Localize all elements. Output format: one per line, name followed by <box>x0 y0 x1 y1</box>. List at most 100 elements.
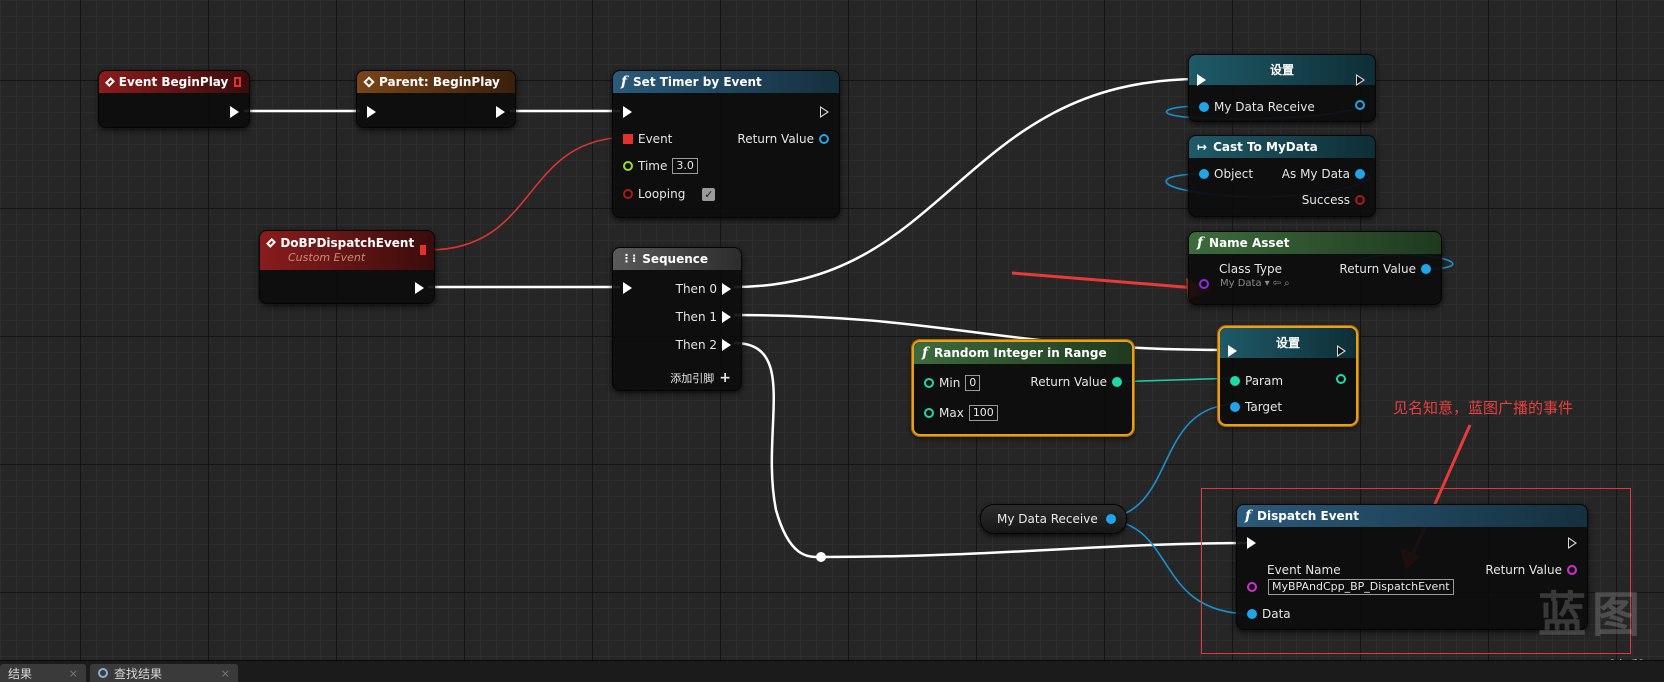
max-label: Max <box>939 406 964 420</box>
event-pin-label: Event <box>638 132 673 146</box>
sequence-node[interactable]: ⋮⁝ Sequence Then 0 Then 1 Then 2 添加引脚 + <box>612 247 742 391</box>
set-variable-header: 设置 <box>1189 55 1375 85</box>
custom-event-node[interactable]: DoBPDispatchEvent Custom Event <box>259 230 435 304</box>
param-out-pin[interactable] <box>1336 374 1346 384</box>
set-param-title: 设置 <box>1275 336 1300 350</box>
time-input[interactable]: 3.0 <box>672 158 698 174</box>
return-value-pin[interactable] <box>819 134 829 144</box>
min-pin[interactable] <box>924 378 934 388</box>
my-data-receive-getter[interactable]: My Data Receive <box>980 504 1127 534</box>
cast-header: ↦ Cast To MyData <box>1189 136 1375 158</box>
sequence-title: Sequence <box>642 252 709 266</box>
cast-icon: ↦ <box>1197 140 1208 154</box>
then2-pin[interactable] <box>722 339 731 351</box>
getter-label: My Data Receive <box>997 512 1098 526</box>
set-variable-node-top[interactable]: 设置 My Data Receive <box>1188 54 1376 122</box>
target-label: Target <box>1245 400 1283 414</box>
return-value-pin[interactable] <box>1421 264 1431 274</box>
my-data-receive-out-pin[interactable] <box>1355 100 1365 110</box>
use-selected-icon[interactable]: ⇦ <box>1273 278 1281 289</box>
then1-pin[interactable] <box>722 311 731 323</box>
close-icon[interactable]: × <box>69 667 78 680</box>
random-integer-title: Random Integer in Range <box>934 346 1107 360</box>
return-value-pin[interactable] <box>1112 377 1122 387</box>
max-input[interactable]: 100 <box>968 405 998 421</box>
function-diamond-icon <box>363 76 375 88</box>
exec-in-pin[interactable] <box>623 282 632 294</box>
then0-pin[interactable] <box>722 283 731 295</box>
bottom-tab-bar: 结果 × 查找结果 × <box>0 660 1664 682</box>
min-label: Min <box>939 376 961 390</box>
exec-out-pin[interactable] <box>415 282 424 294</box>
target-pin[interactable] <box>1230 402 1240 412</box>
set-param-node[interactable]: 设置 Param Target <box>1218 326 1358 426</box>
exec-out-pin[interactable] <box>496 106 505 118</box>
tab-find-results-label: 查找结果 <box>114 666 163 681</box>
event-delegate-pin[interactable] <box>623 134 633 144</box>
min-input[interactable]: 0 <box>965 375 981 391</box>
set-timer-title: Set Timer by Event <box>633 75 762 89</box>
event-diamond-icon <box>266 237 277 249</box>
exec-in-pin[interactable] <box>623 106 632 118</box>
set-variable-title: 设置 <box>1269 63 1294 77</box>
class-type-label: Class Type <box>1219 262 1282 276</box>
close-icon[interactable]: × <box>221 667 230 680</box>
looping-checkbox[interactable]: ✓ <box>702 187 716 201</box>
exec-in-pin[interactable] <box>367 106 376 118</box>
then1-label: Then 1 <box>675 310 717 324</box>
time-pin[interactable] <box>623 161 633 171</box>
event-beginplay-header: Event BeginPlay <box>99 71 249 93</box>
function-icon: f <box>922 345 929 361</box>
cast-to-mydata-node[interactable]: ↦ Cast To MyData Object As My Data Succe… <box>1188 135 1376 217</box>
return-value-label: Return Value <box>1030 375 1107 389</box>
my-data-receive-in-pin[interactable] <box>1199 102 1209 112</box>
sequence-icon: ⋮⁝ <box>621 252 637 265</box>
reroute-node[interactable] <box>816 552 826 562</box>
chevron-down-icon: ▾ <box>1264 278 1270 289</box>
browse-search-icon[interactable]: ⌕ <box>1284 278 1290 289</box>
parent-beginplay-node[interactable]: Parent: BeginPlay <box>356 70 516 128</box>
looping-pin[interactable] <box>623 189 633 199</box>
parent-beginplay-header: Parent: BeginPlay <box>357 71 515 93</box>
return-value-label: Return Value <box>737 132 814 146</box>
param-label: Param <box>1245 374 1284 388</box>
exec-out-pin[interactable] <box>1356 74 1365 86</box>
exec-in-pin[interactable] <box>1197 74 1206 86</box>
then2-label: Then 2 <box>675 338 717 352</box>
delegate-pin[interactable] <box>420 245 426 255</box>
set-timer-by-event-node[interactable]: f Set Timer by Event Event Return Value … <box>612 70 840 218</box>
random-integer-header: f Random Integer in Range <box>914 342 1132 364</box>
object-label: Object <box>1214 167 1254 181</box>
add-pin-button[interactable]: 添加引脚 + <box>670 370 731 386</box>
max-pin[interactable] <box>924 408 934 418</box>
tab-find-results[interactable]: 查找结果 × <box>90 664 238 682</box>
object-pin[interactable] <box>1199 169 1209 179</box>
function-icon: f <box>621 74 628 90</box>
as-my-data-pin[interactable] <box>1355 169 1365 179</box>
name-asset-title: Name Asset <box>1209 236 1290 250</box>
watermark: 蓝图 <box>1538 587 1647 643</box>
looping-label: Looping <box>638 187 686 201</box>
then0-label: Then 0 <box>675 282 717 296</box>
exec-out-pin[interactable] <box>230 106 239 118</box>
event-beginplay-node[interactable]: Event BeginPlay <box>98 70 250 128</box>
name-asset-header: f Name Asset <box>1189 232 1441 254</box>
class-type-pin[interactable] <box>1199 278 1209 289</box>
tab-results[interactable]: 结果 × <box>0 664 86 682</box>
success-pin[interactable] <box>1355 195 1365 205</box>
delegate-wire-custom-settimer <box>427 136 631 251</box>
param-in-pin[interactable] <box>1230 376 1240 386</box>
exec-wire-reroute-dispatch <box>821 541 1255 559</box>
exec-wire-then2-reroute <box>733 341 823 559</box>
exec-out-pin[interactable] <box>1337 345 1346 357</box>
delegate-pin[interactable] <box>234 77 241 87</box>
name-asset-node[interactable]: f Name Asset Class Type Return Value My … <box>1188 231 1442 305</box>
random-integer-node[interactable]: f Random Integer in Range Min 0 Return V… <box>912 340 1134 436</box>
my-data-receive-label: My Data Receive <box>1214 100 1315 114</box>
as-my-data-label: As My Data <box>1281 167 1350 181</box>
exec-in-pin[interactable] <box>1228 345 1237 357</box>
parent-beginplay-title: Parent: BeginPlay <box>379 75 500 89</box>
exec-out-pin[interactable] <box>820 106 829 118</box>
class-type-dropdown[interactable]: My Data ▾ ⇦ ⌕ <box>1220 278 1290 289</box>
getter-out-pin[interactable] <box>1105 514 1116 524</box>
